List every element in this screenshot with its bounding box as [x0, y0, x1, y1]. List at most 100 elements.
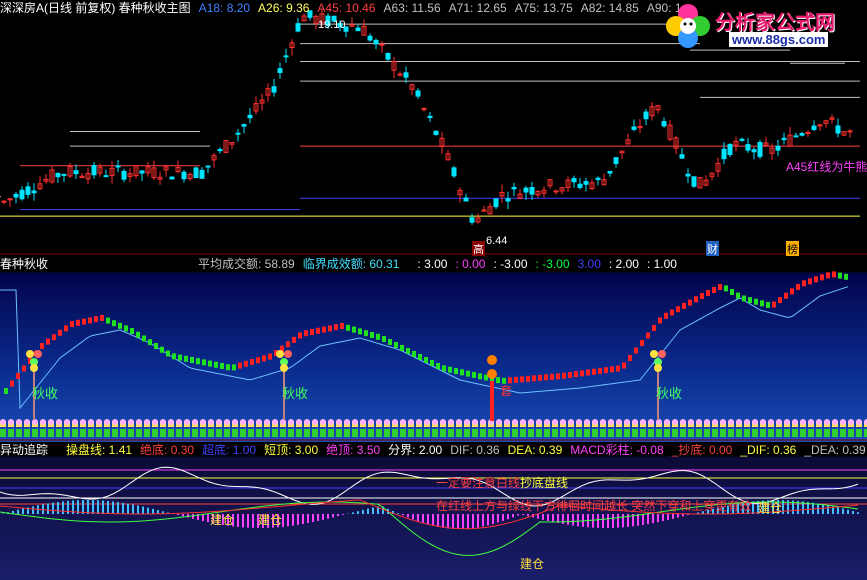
macd-bar-68 — [342, 514, 344, 515]
chunzhong-bar-3 — [22, 365, 26, 372]
band-bottom-38 — [304, 429, 310, 437]
chunzhong-bar-22 — [136, 331, 140, 338]
band-bottom-103 — [824, 429, 830, 437]
chunzhong-bar-44 — [268, 353, 272, 360]
tao-marker-bar — [490, 381, 494, 421]
chunzhong-bar-66 — [400, 345, 404, 351]
chunzhong-bar-53 — [322, 326, 326, 333]
chunzhong-bar-33 — [202, 359, 206, 366]
logo-title: 分析家公式网 — [715, 10, 835, 34]
chunzhong-bar-116 — [700, 293, 704, 299]
band-dot-71 — [568, 419, 574, 425]
candle-body-141 — [847, 130, 853, 133]
yidong-title: 异动追踪 — [0, 443, 49, 457]
chunzhong-bar-92 — [556, 373, 560, 380]
band-dot-27 — [216, 419, 222, 425]
band-bottom-8 — [64, 429, 70, 437]
band-dot-68 — [544, 419, 550, 425]
band-dot-84 — [672, 419, 678, 425]
band-bottom-33 — [264, 429, 270, 437]
chunzhong-bar-107 — [646, 332, 650, 339]
candle-body-96 — [577, 183, 583, 188]
macd-bar-98 — [492, 514, 494, 525]
band-dot-37 — [296, 419, 302, 425]
macd-bar-87 — [437, 514, 439, 527]
chunzhong-bar-64 — [388, 339, 392, 345]
band-dot-95 — [760, 419, 766, 425]
macd-bar-13 — [67, 500, 69, 514]
candle-body-82 — [493, 198, 499, 208]
band-bottom-47 — [376, 429, 382, 437]
chunzhong-bar-26 — [160, 346, 164, 353]
chunzhong-bar-37 — [226, 364, 230, 371]
band-dot-87 — [696, 419, 702, 425]
band-bottom-17 — [136, 429, 142, 437]
candle-body-19 — [115, 165, 121, 168]
macd-bar-18 — [92, 500, 94, 514]
main-chart-panel[interactable]: 深深房A(日线 前复权) 春种秋收主图 A18: 8.20 A26: 9.36 A4… — [0, 0, 867, 256]
chunzhong-bar-20 — [124, 325, 128, 332]
chunzhong-bar-140 — [844, 273, 848, 280]
band-bottom-46 — [368, 429, 374, 437]
band-bottom-52 — [416, 429, 422, 437]
band-dot-74 — [592, 419, 598, 425]
candle-body-129 — [775, 145, 781, 151]
band-bottom-24 — [192, 429, 198, 437]
band-dot-69 — [552, 419, 558, 425]
candle-body-130 — [781, 137, 787, 141]
candle-body-99 — [595, 177, 601, 180]
chunzhong-bar-100 — [604, 367, 608, 374]
yidong-indicator-7: DEA: 0.39 — [507, 443, 563, 457]
chunzhong-qiushou-panel[interactable]: 春种秋收 平均成交额: 58.89 临界成效额: 60.31 : 3.00 : … — [0, 256, 867, 442]
macd-bar-81 — [407, 514, 409, 518]
chunzhong-chart[interactable] — [0, 256, 867, 442]
chunzhong-bar-73 — [442, 365, 446, 372]
candle-body-40 — [241, 124, 247, 127]
chunzhong-bar-130 — [784, 292, 788, 299]
band-dot-39 — [312, 419, 318, 425]
band-dot-60 — [480, 419, 486, 425]
chunzhong-bar-93 — [562, 372, 566, 379]
macd-bar-165 — [827, 505, 829, 514]
macd-bar-47 — [237, 514, 239, 527]
candle-body-20 — [121, 170, 127, 180]
band-bottom-69 — [552, 429, 558, 437]
band-bottom-48 — [384, 429, 390, 437]
apple-icon-2 — [487, 369, 497, 379]
chunzhong-bar-103 — [622, 362, 626, 369]
chunzhong-bar-19 — [118, 322, 122, 329]
chunzhong-bar-127 — [766, 301, 770, 308]
band-dot-48 — [384, 419, 390, 425]
band-dot-42 — [336, 419, 342, 425]
candle-body-4 — [25, 186, 31, 195]
candle-body-67 — [403, 72, 409, 78]
tree-1-fruit-3 — [30, 364, 38, 372]
note-white-line: 一定要注意白线抄底盘线 — [436, 476, 569, 490]
band-bottom-99 — [792, 429, 798, 437]
value-1: : 3.00 — [417, 257, 448, 271]
yidong-panel[interactable]: 建仓 建仓 建仓 建仓 异动追踪 操盘线: 1.41 绝底: 0.30 超底: 1.00 短… — [0, 442, 867, 580]
band-dot-5 — [40, 419, 46, 425]
band-dot-76 — [608, 419, 614, 425]
band-dot-46 — [368, 419, 374, 425]
chunzhong-bar-126 — [760, 300, 764, 307]
chunzhong-bar-76 — [460, 369, 464, 376]
candle-body-72 — [433, 130, 439, 136]
candle-body-123 — [739, 138, 745, 141]
ma-indicator-3: A63: 11.56 — [383, 1, 441, 15]
candle-body-77 — [463, 197, 469, 202]
chunzhong-bar-110 — [664, 312, 668, 319]
value-4: : -3.00 — [535, 257, 570, 271]
macd-bar-170 — [852, 510, 854, 514]
band-bottom-4 — [32, 429, 38, 437]
candle-body-5 — [31, 190, 37, 194]
candle-body-88 — [529, 186, 535, 195]
macd-bar-129 — [647, 514, 649, 525]
chunzhong-bar-34 — [208, 360, 212, 367]
candle-body-64 — [385, 52, 391, 60]
macd-bar-35 — [177, 514, 179, 516]
candle-body-3 — [19, 189, 25, 200]
chunzhong-bar-23 — [142, 335, 146, 342]
band-bottom-67 — [536, 429, 542, 437]
macd-bar-28 — [142, 506, 144, 514]
